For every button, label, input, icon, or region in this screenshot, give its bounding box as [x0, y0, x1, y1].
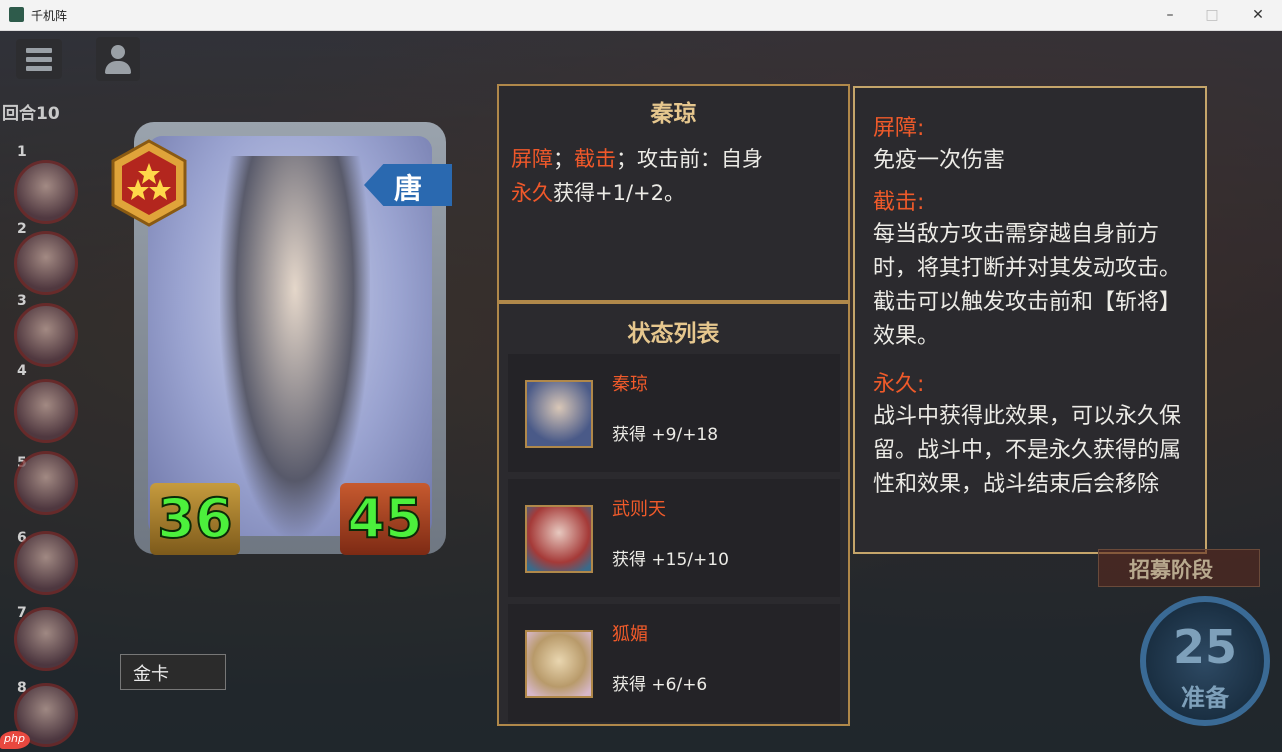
- keyword-text-barrier: 免疫一次伤害: [873, 148, 1006, 173]
- status-item[interactable]: 秦琼 获得 +9/+18: [508, 354, 840, 472]
- attack-stat: 36: [150, 483, 240, 555]
- status-gain: 获得 +9/+18: [612, 425, 719, 445]
- php-watermark-icon: php: [0, 731, 30, 749]
- side-opponent-portrait[interactable]: [14, 303, 78, 367]
- round-counter: 回合10: [2, 104, 60, 124]
- php-watermark-text: php: [4, 732, 25, 745]
- timer-value: 25: [1172, 620, 1237, 674]
- skill-description: 屏障；截击；攻击前：自身永久获得+1/+2。: [511, 142, 841, 210]
- health-stat: 45: [340, 483, 430, 555]
- status-name: 武则天: [612, 499, 666, 520]
- side-opponent-portrait[interactable]: [14, 231, 78, 295]
- status-thumbnail: [525, 380, 593, 448]
- status-thumbnail: [525, 505, 593, 573]
- side-opponent-portrait[interactable]: [14, 451, 78, 515]
- card-name-panel: 秦琼 屏障；截击；攻击前：自身永久获得+1/+2。: [497, 84, 850, 302]
- app-icon: [9, 7, 24, 22]
- attack-value: 36: [156, 486, 233, 551]
- profile-button[interactable]: [96, 37, 140, 81]
- ready-timer-button[interactable]: 25 准备: [1140, 596, 1270, 726]
- status-list-panel: 状态列表 秦琼 获得 +9/+18 武则天 获得 +15/+10 狐媚 获得 +…: [497, 302, 850, 726]
- side-opponent-portrait[interactable]: [14, 379, 78, 443]
- status-thumbnail: [525, 630, 593, 698]
- keyword-text-intercept: 每当敌方攻击需穿越自身前方时，将其打断并对其发动攻击。截击可以触发攻击前和【斩将…: [873, 222, 1182, 349]
- status-gain: 获得 +6/+6: [612, 675, 708, 695]
- status-item[interactable]: 狐媚 获得 +6/+6: [508, 604, 840, 722]
- keyword-heading-permanent: 永久:: [873, 372, 925, 397]
- faction-label: 唐: [394, 172, 423, 205]
- status-name: 秦琼: [612, 374, 648, 395]
- golden-card-tag[interactable]: 金卡: [120, 654, 226, 690]
- keyword-heading-intercept: 截击:: [873, 190, 925, 215]
- recruit-phase-banner: 招募阶段: [1098, 549, 1260, 587]
- keyword-description-panel: 屏障: 免疫一次伤害 截击: 每当敌方攻击需穿越自身前方时，将其打断并对其发动攻…: [853, 86, 1207, 554]
- health-value: 45: [346, 486, 423, 551]
- user-icon-body: [105, 61, 131, 74]
- timer-label: 准备: [1181, 684, 1229, 712]
- status-gain: 获得 +15/+10: [612, 550, 729, 570]
- status-item[interactable]: 武则天 获得 +15/+10: [508, 479, 840, 597]
- side-opponent-portrait[interactable]: [14, 531, 78, 595]
- close-button[interactable]: ✕: [1248, 5, 1268, 25]
- maximize-button[interactable]: □: [1202, 5, 1222, 25]
- keyword-text-permanent: 战斗中获得此效果，可以永久保留。战斗中，不是永久获得的属性和效果，战斗结束后会移…: [873, 404, 1182, 497]
- side-opponent-portrait[interactable]: [14, 607, 78, 671]
- star-rank-icon: [111, 139, 187, 227]
- side-number-1: 1: [17, 144, 27, 160]
- card-name: 秦琼: [650, 101, 697, 127]
- status-name: 狐媚: [612, 624, 648, 645]
- skill-text-part2: 获得+1/+2。: [553, 181, 685, 205]
- skill-text-part1: ；攻击前：自身: [616, 147, 763, 171]
- window-title: 千机阵: [31, 9, 68, 23]
- side-number-4: 4: [17, 363, 27, 379]
- game-viewport: 回合10 1 2 3 4 5 6 7 8 唐 36 45 金卡 秦琼: [0, 31, 1282, 752]
- side-opponent-portrait[interactable]: [14, 160, 78, 224]
- status-list-title: 状态列表: [627, 321, 720, 347]
- skill-separator: ；: [553, 147, 574, 171]
- window-titlebar: 千机阵 – □ ✕: [0, 0, 1282, 31]
- recruit-phase-label: 招募阶段: [1129, 558, 1213, 582]
- keyword-heading-barrier: 屏障:: [873, 116, 925, 141]
- skill-keyword-permanent: 永久: [511, 181, 553, 205]
- minimize-button[interactable]: –: [1160, 5, 1180, 25]
- menu-button[interactable]: [16, 39, 62, 79]
- golden-card-label: 金卡: [133, 664, 169, 685]
- side-number-2: 2: [17, 221, 27, 237]
- skill-keyword-barrier: 屏障: [511, 147, 553, 171]
- side-number-3: 3: [17, 293, 27, 309]
- skill-keyword-intercept: 截击: [574, 147, 616, 171]
- hero-figure: [220, 156, 370, 536]
- user-icon-head: [111, 45, 125, 59]
